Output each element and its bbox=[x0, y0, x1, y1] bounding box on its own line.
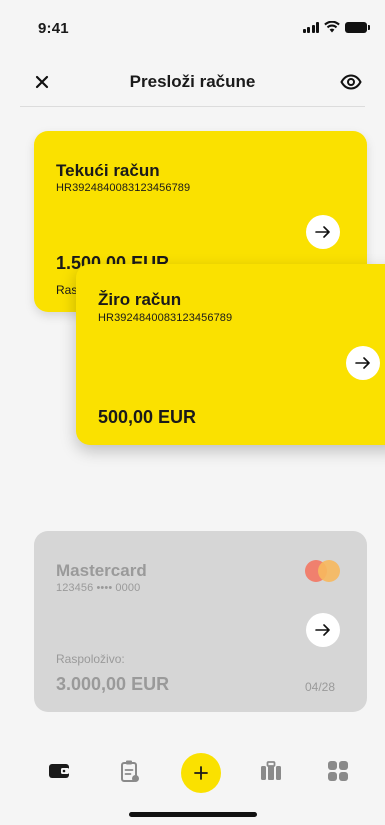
grid-icon bbox=[328, 761, 348, 781]
card-expiry: 04/28 bbox=[305, 680, 336, 694]
nav-payments[interactable] bbox=[113, 754, 147, 788]
open-account-button[interactable] bbox=[346, 346, 380, 380]
credit-card-mastercard[interactable]: Mastercard 123456 •••• 0000 Raspoloživo:… bbox=[34, 531, 367, 712]
account-iban: HR3924840083123456789 bbox=[98, 312, 233, 324]
arrow-right-icon bbox=[315, 624, 330, 636]
eye-icon bbox=[340, 74, 362, 90]
arrow-right-icon bbox=[315, 226, 330, 238]
mastercard-logo-icon bbox=[305, 560, 341, 582]
header: Presloži račune bbox=[0, 58, 385, 104]
reorder-accounts-screen: 9:41 Presloži račune Tekući račun HR3924… bbox=[0, 0, 385, 825]
status-bar: 9:41 bbox=[0, 0, 385, 50]
nav-add-button[interactable] bbox=[181, 753, 221, 793]
account-balance: 500,00 EUR bbox=[98, 407, 197, 427]
status-time: 9:41 bbox=[38, 20, 69, 37]
add-icon bbox=[194, 766, 208, 780]
battery-icon bbox=[345, 21, 370, 33]
nav-more[interactable] bbox=[321, 754, 355, 788]
signal-icon bbox=[302, 21, 319, 33]
account-iban: HR3924840083123456789 bbox=[56, 182, 191, 194]
account-name: Žiro račun bbox=[98, 290, 182, 309]
open-account-button[interactable] bbox=[306, 215, 340, 249]
clipboard-icon bbox=[121, 760, 139, 782]
card-name: Mastercard bbox=[56, 561, 147, 580]
wallet-icon bbox=[49, 764, 69, 778]
wifi-icon bbox=[324, 21, 340, 33]
status-icons bbox=[302, 20, 370, 34]
header-divider bbox=[20, 106, 365, 107]
toggle-visibility-button[interactable] bbox=[337, 68, 365, 96]
card-number: 123456 •••• 0000 bbox=[56, 582, 141, 594]
available-label: Raspoloživo: bbox=[56, 652, 125, 666]
account-name: Tekući račun bbox=[56, 161, 160, 180]
arrow-right-icon bbox=[355, 357, 370, 369]
card-balance: 3.000,00 EUR bbox=[56, 674, 170, 694]
nav-wallet[interactable] bbox=[42, 754, 76, 788]
nav-products[interactable] bbox=[254, 754, 288, 788]
bottom-nav bbox=[0, 748, 385, 798]
briefcase-icon bbox=[261, 761, 281, 780]
available-label: Ras bbox=[56, 283, 78, 297]
open-card-button[interactable] bbox=[306, 613, 340, 647]
account-card-giro[interactable]: Žiro račun HR3924840083123456789 500,00 … bbox=[76, 264, 385, 445]
page-title: Presloži račune bbox=[129, 72, 256, 91]
home-indicator[interactable] bbox=[129, 812, 257, 817]
